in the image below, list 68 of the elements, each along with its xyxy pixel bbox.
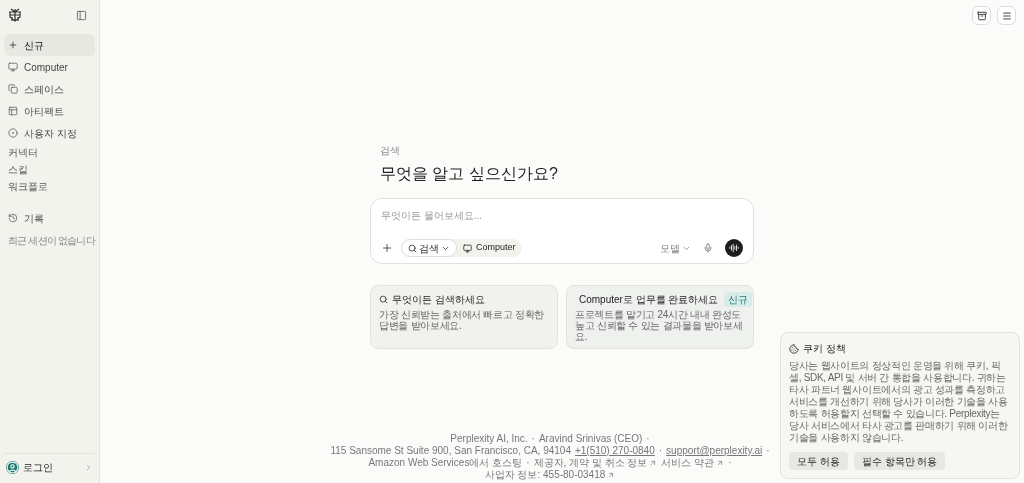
suggestion-card[interactable]: 무엇이든 검색하세요 가장 신뢰받는 출처에서 빠르고 정확한 답변을 받아보세요. [370, 285, 558, 349]
footer-text: 115 Sansome St Suite 900, San Francisco, CA, 94104 [330, 445, 571, 457]
history-icon [8, 213, 18, 223]
footer-text: Aravind Srinivas (CEO) [538, 433, 643, 445]
footer-link[interactable]: 서비스 약관 [661, 457, 725, 469]
card-title: 무엇이든 검색하세요 [392, 293, 485, 307]
plus-icon [8, 40, 18, 50]
layout-icon [8, 106, 18, 116]
search-icon [408, 243, 417, 253]
footer-link[interactable]: +1(510) 270-0840 [574, 445, 655, 457]
sound-wave-icon [729, 243, 739, 253]
external-link-icon [649, 459, 658, 467]
menu-button[interactable] [997, 6, 1016, 25]
menu-icon [1001, 10, 1012, 21]
separator-dot: · [766, 445, 770, 457]
footer-text: Perplexity AI, Inc. [450, 433, 528, 445]
separator-dot: · [646, 433, 650, 445]
cookie-title: 쿠키 정책 [803, 342, 846, 356]
archive-icon [976, 10, 987, 21]
attach-icon[interactable] [381, 242, 393, 254]
cookie-icon [789, 343, 799, 354]
logo-icon [8, 8, 22, 22]
new-badge: 신규 [724, 292, 753, 307]
sidebar-item[interactable]: 사용자 지정 [4, 122, 95, 144]
sidebar-subitem[interactable]: 스킬 [4, 161, 95, 178]
sidebar-subitem[interactable]: 커넥터 [4, 144, 95, 161]
card-title: Computer로 업무를 완료하세요 [579, 293, 719, 307]
footer-link[interactable]: 사업자 정보: 455-80-03418 [484, 469, 616, 481]
sidebar-item[interactable]: Computer [4, 56, 95, 78]
sidebar-item[interactable]: 아티팩트 [4, 100, 95, 122]
sidebar-item[interactable]: 신규 [4, 34, 95, 56]
cookie-button[interactable]: 모두 허용 [789, 452, 848, 470]
heading: 무엇을 알고 싶으신가요? [380, 164, 558, 184]
model-selector[interactable]: 모델 [660, 240, 691, 256]
sidebar-toggle-icon[interactable] [76, 9, 87, 21]
sidebar-item[interactable]: 스페이스 [4, 78, 95, 100]
microphone-icon[interactable] [703, 243, 713, 253]
footer-link[interactable]: 제공자, 계약 및 취소 정보 [533, 457, 658, 469]
sidebar-item[interactable]: 기록 [4, 207, 95, 229]
eyebrow-label: 검색 [380, 144, 400, 158]
monitor-icon [463, 243, 472, 253]
chevron-right-icon [84, 463, 93, 472]
monitor-icon [8, 62, 18, 72]
computer-mode-button[interactable]: Computer [457, 239, 522, 257]
card-description: 프로젝트를 맡기고 24시간 내내 완성도 높고 신뢰할 수 있는 결과물을 받아보세요. [575, 309, 744, 342]
card-description: 가장 신뢰받는 출처에서 빠르고 정확한 답변을 받아보세요. [379, 309, 546, 331]
search-mode-button[interactable]: 검색 [401, 239, 457, 257]
empty-history-note: 최근 세션이 없습니다 [7, 234, 95, 248]
separator-dot: · [526, 457, 530, 469]
copy-icon [8, 84, 18, 94]
cookie-text: 당사는 웹사이트의 정상적인 운영을 위해 쿠키, 픽셀, SDK, API 및 서버 간 통합을 사용합니다. 귀하는 타사 파트너 웹사이트에서의 광고 성과를 측정하고 서비스를 개선하기 위해 당사가 이러한 기술을 사용하도록 허용할지 선택할 수 있습니다. Perplexity는 당사 서비스에서 타사 광고를 판매하기 위해 이러한 기술을 사용하지 않습니다. [789, 360, 1009, 444]
archive-button[interactable] [972, 6, 991, 25]
cookie-button[interactable]: 필수 항목만 허용 [853, 452, 946, 470]
footer-text: Amazon Web Services에서 호스팅 [368, 457, 523, 469]
login-button[interactable]: 로그인 [4, 460, 95, 475]
separator-dot: · [728, 457, 732, 469]
voice-mode-button[interactable] [725, 239, 743, 257]
target-icon [8, 128, 18, 138]
question-input[interactable]: 무엇이든 물어보세요... [381, 207, 743, 223]
separator-dot: · [658, 445, 663, 457]
external-link-icon [607, 471, 616, 479]
separator-dot: · [531, 433, 535, 445]
sidebar-subitem[interactable]: 워크플로 [4, 178, 95, 195]
user-icon [6, 461, 19, 474]
footer-link[interactable]: support@perplexity.ai [666, 445, 763, 457]
suggestion-card[interactable]: Computer로 업무를 완료하세요 신규 프로젝트를 맡기고 24시간 내내 완성도 높고 신뢰할 수 있는 결과물을 받아보세요. [566, 285, 754, 349]
external-link-icon [716, 459, 725, 467]
search-icon [379, 295, 388, 304]
